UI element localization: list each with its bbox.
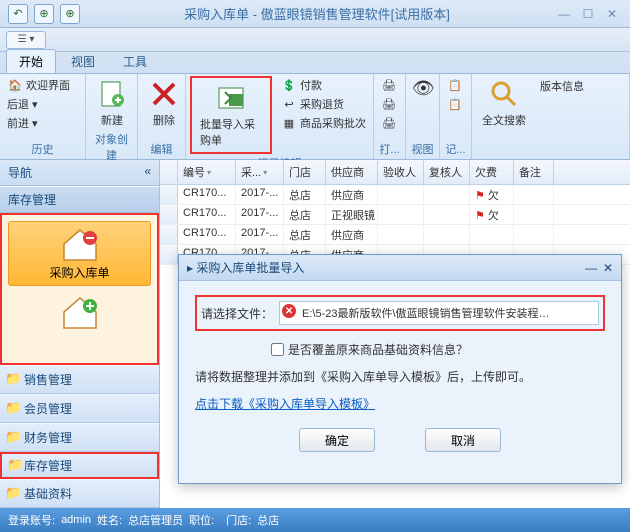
dialog-titlebar: ▸ 采购入库单批量导入 — ✕ xyxy=(179,255,621,281)
tab-start[interactable]: 开始 xyxy=(6,49,56,73)
table-row[interactable]: CR170...2017-...总店正视眼镜⚑ 欠 xyxy=(160,205,630,225)
grid-header: 编号▾ 采...▾ 门店 供应商 验收人 复核人 欠费 备注 xyxy=(160,160,630,185)
search-icon xyxy=(488,78,520,110)
clip2-button[interactable]: 📋 xyxy=(444,95,466,113)
nav-collapse-icon[interactable]: « xyxy=(144,164,151,181)
group-view-label: 视图 xyxy=(410,140,435,158)
file-select-row: 请选择文件： ✕ E:\5-23最新版软件\傲蓝眼镜销售管理软件安装程… xyxy=(195,295,605,331)
bulk-import-button[interactable]: 批量导入采购单 xyxy=(190,76,272,154)
import-dialog: ▸ 采购入库单批量导入 — ✕ 请选择文件： ✕ E:\5-23最新版软件\傲蓝… xyxy=(178,254,622,484)
batch-button[interactable]: ▦商品采购批次 xyxy=(278,114,369,132)
print-button[interactable]: 🖨 xyxy=(378,76,400,94)
overwrite-label: 是否覆盖原来商品基础资料信息？ xyxy=(288,341,468,358)
back-button[interactable]: 后退 ▾ xyxy=(4,95,73,113)
dialog-minimize[interactable]: — xyxy=(585,261,597,275)
nav-item-purchase-in[interactable]: 采购入库单 xyxy=(8,221,151,286)
print3-button[interactable]: 🖨 xyxy=(378,114,400,132)
download-template-link[interactable]: 点击下载《采购入库单导入模板》 xyxy=(195,397,375,411)
col-note[interactable]: 备注 xyxy=(514,160,554,184)
fulltext-search-button[interactable]: 全文搜索 xyxy=(476,76,532,130)
printer2-icon: 🖨 xyxy=(381,96,397,112)
nav-cat-member[interactable]: 会员管理 xyxy=(0,394,159,423)
welcome-button[interactable]: 🏠欢迎界面 xyxy=(4,76,73,94)
delete-icon xyxy=(148,78,180,110)
new-icon xyxy=(96,78,128,110)
clip-icon: 📋 xyxy=(447,77,463,93)
status-bar: 登录账号:admin 姓名:总店管理员 职位: 门店:总店 xyxy=(0,508,630,532)
dialog-title: 采购入库单批量导入 xyxy=(196,259,304,276)
table-row[interactable]: CR170...2017-...总店供应商 xyxy=(160,225,630,245)
error-icon: ✕ xyxy=(282,304,296,318)
col-checker[interactable]: 验收人 xyxy=(378,160,424,184)
col-id[interactable]: 编号▾ xyxy=(178,160,236,184)
new-button[interactable]: 新建 xyxy=(90,76,134,130)
money-icon: 💲 xyxy=(281,77,297,93)
group-edit-label: 编辑 xyxy=(142,140,181,158)
printer-icon: 🖨 xyxy=(381,77,397,93)
file-label: 请选择文件： xyxy=(201,305,273,322)
ribbon: 🏠欢迎界面 后退 ▾ 前进 ▾ 历史 新建 对象创建 删除 编辑 xyxy=(0,74,630,160)
group-history-label: 历史 xyxy=(4,140,81,158)
view-button[interactable]: 👁 xyxy=(410,76,438,104)
version-info-button[interactable]: 版本信息 xyxy=(534,76,590,96)
printer3-icon: 🖨 xyxy=(381,115,397,131)
cancel-button[interactable]: 取消 xyxy=(425,428,501,452)
clip2-icon: 📋 xyxy=(447,96,463,112)
nav-icon-list: 采购入库单 xyxy=(0,213,159,365)
table-row[interactable]: CR170...2017-...总店供应商⚑ 欠 xyxy=(160,185,630,205)
ribbon-tabstrip: 开始 视图 工具 xyxy=(0,52,630,74)
forward-button[interactable]: 前进 ▾ xyxy=(4,114,73,132)
pay-button[interactable]: 💲付款 xyxy=(278,76,369,94)
nav-pane: 导航« 库存管理 采购入库单 销售管理 会员管理 财务管理 库存管理 基础资料 xyxy=(0,160,160,508)
nav-cat-basic[interactable]: 基础资料 xyxy=(0,479,159,508)
titlebar: ↶ ⊕ ⊕ 采购入库单 - 傲蓝眼镜销售管理软件[试用版本] — ☐ ✕ xyxy=(0,0,630,28)
nav-fwd2-icon[interactable]: ⊕ xyxy=(60,4,80,24)
col-reviewer[interactable]: 复核人 xyxy=(424,160,470,184)
nav-item-label: 采购入库单 xyxy=(49,264,109,281)
dialog-icon: ▸ xyxy=(187,261,193,275)
file-path-input[interactable]: ✕ E:\5-23最新版软件\傲蓝眼镜销售管理软件安装程… xyxy=(279,301,599,325)
nav-section-header[interactable]: 库存管理 xyxy=(0,186,159,213)
tab-view[interactable]: 视图 xyxy=(58,49,108,73)
qat-menu-button[interactable]: ☰ ▾ xyxy=(6,31,46,49)
nav-cat-sales[interactable]: 销售管理 xyxy=(0,365,159,394)
import-icon xyxy=(215,82,247,114)
col-owe[interactable]: 欠费 xyxy=(470,160,514,184)
minimize-button[interactable]: — xyxy=(554,6,574,22)
flag-icon: ⚑ xyxy=(475,190,485,202)
group-print-label: 打... xyxy=(378,140,401,158)
return-button[interactable]: ↩采购退货 xyxy=(278,95,369,113)
nav-title: 导航« xyxy=(0,160,159,186)
house-plus-icon xyxy=(60,294,100,330)
col-store[interactable]: 门店 xyxy=(284,160,326,184)
return-icon: ↩ xyxy=(281,96,297,112)
nav-cat-finance[interactable]: 财务管理 xyxy=(0,423,159,452)
house-minus-icon xyxy=(60,226,100,262)
dialog-close[interactable]: ✕ xyxy=(603,261,613,275)
nav-fwd-icon[interactable]: ⊕ xyxy=(34,4,54,24)
group-clip-label: 记... xyxy=(444,140,467,158)
eye-icon: 👁 xyxy=(412,78,436,102)
maximize-button[interactable]: ☐ xyxy=(578,6,598,22)
home-icon: 🏠 xyxy=(7,77,23,93)
batch-icon: ▦ xyxy=(281,115,297,131)
delete-button[interactable]: 删除 xyxy=(142,76,186,130)
group-create-label: 对象创建 xyxy=(90,130,133,164)
nav-cat-stock[interactable]: 库存管理 xyxy=(0,452,159,479)
ok-button[interactable]: 确定 xyxy=(299,428,375,452)
tab-tools[interactable]: 工具 xyxy=(110,49,160,73)
overwrite-checkbox[interactable] xyxy=(271,343,284,356)
file-path-text: E:\5-23最新版软件\傲蓝眼镜销售管理软件安装程… xyxy=(302,308,550,320)
nav-back-icon[interactable]: ↶ xyxy=(8,4,28,24)
nav-item-purchase-return[interactable] xyxy=(8,290,151,334)
col-date[interactable]: 采...▾ xyxy=(236,160,284,184)
close-button[interactable]: ✕ xyxy=(602,6,622,22)
flag-icon: ⚑ xyxy=(475,210,485,222)
col-supplier[interactable]: 供应商 xyxy=(326,160,378,184)
window-title: 采购入库单 - 傲蓝眼镜销售管理软件[试用版本] xyxy=(80,4,554,23)
print2-button[interactable]: 🖨 xyxy=(378,95,400,113)
import-note: 请将数据整理并添加到《采购入库单导入模板》后，上传即可。 xyxy=(195,368,605,385)
nav-categories: 销售管理 会员管理 财务管理 库存管理 基础资料 xyxy=(0,365,159,508)
clip1-button[interactable]: 📋 xyxy=(444,76,466,94)
